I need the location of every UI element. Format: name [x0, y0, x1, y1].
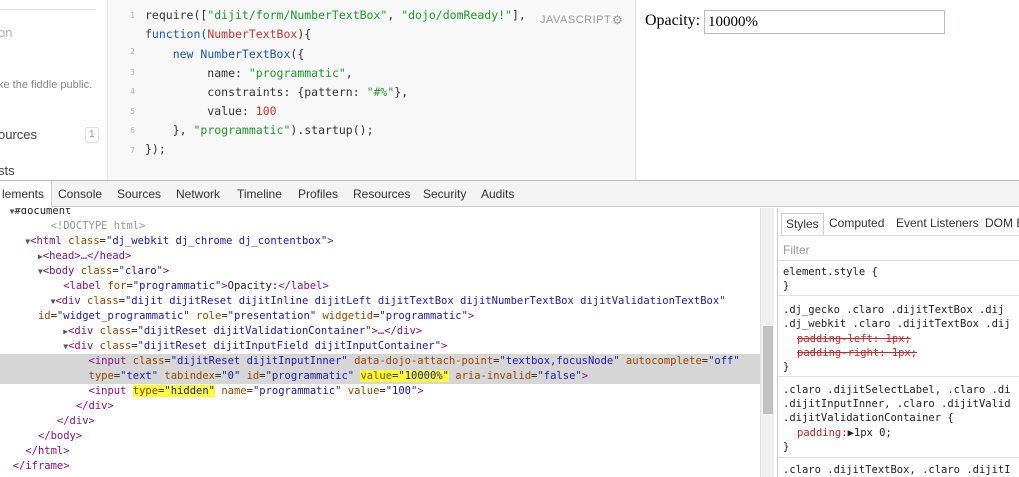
language-label: JAVASCRIPT [536, 14, 612, 26]
opacity-number-input[interactable]: 10000% [704, 10, 945, 34]
sidebar-item-resources[interactable]: ources [0, 127, 37, 142]
dom-node-widget-div-cont[interactable]: id="widget_programmatic" role="presentat… [0, 309, 760, 324]
gear-icon[interactable]: ⚙ [612, 13, 623, 27]
dom-tree-scrollbar[interactable] [760, 208, 774, 477]
dom-node-close[interactable]: </body> [0, 429, 760, 444]
dom-tree[interactable]: ▼#document <!DOCTYPE html> ▼<html class=… [0, 208, 776, 477]
tab-elements[interactable]: lements [0, 181, 52, 207]
result-pane: Opacity: 10000% [637, 0, 1019, 180]
tab-security[interactable]: Security [423, 181, 466, 207]
tab-network[interactable]: Network [176, 181, 220, 207]
css-selector: .claro .dijitSelectLabel, .claro .di [783, 384, 1011, 396]
line-number: 7 [130, 146, 135, 155]
dom-node-widget-div[interactable]: ▼<div class="dijit dijitReset dijitInlin… [0, 294, 760, 309]
code-line: }); [145, 142, 166, 156]
code-line: constraints: {pattern: "#%"}, [145, 85, 409, 99]
sidebar-public-note: ke the fiddle public. [0, 79, 93, 91]
css-selector: element.style { [783, 266, 878, 278]
css-selector: .dj_webkit .claro .dijitTextBox .dij [783, 318, 1011, 330]
code-line: name: "programmatic", [145, 66, 353, 80]
dom-node-doctype[interactable]: <!DOCTYPE html> [0, 219, 760, 234]
css-property[interactable]: padding:▶1px 0; [797, 426, 892, 440]
rule-divider [778, 457, 1019, 458]
dom-node-html[interactable]: ▼<html class="dj_webkit dj_chrome dj_con… [0, 234, 760, 249]
devtools-tab-bar: lements Console Sources Network Timeline… [0, 181, 1019, 207]
dom-node-head[interactable]: ▶<head>…</head> [0, 249, 760, 264]
css-selector: .claro .dijitTextBox, .claro .dijitI [783, 464, 1011, 476]
dom-node-input-field-div[interactable]: ▼<div class="dijitReset dijitInputField … [0, 339, 760, 354]
sidebar-divider [0, 0, 96, 10]
dom-node-close[interactable]: </div> [0, 414, 760, 429]
dom-node-close[interactable]: </div> [0, 399, 760, 414]
line-number: 4 [130, 87, 135, 96]
fiddle-sidebar: on ke the fiddle public. ources 1 sts [0, 0, 108, 180]
tab-profiles[interactable]: Profiles [298, 181, 338, 207]
css-property-overridden[interactable]: padding-left: 1px; [797, 332, 911, 346]
dom-node-close[interactable]: </html> [0, 444, 760, 459]
scrollbar-thumb[interactable] [763, 326, 773, 414]
tab-audits[interactable]: Audits [481, 181, 514, 207]
devtools-panel: lements Console Sources Network Timeline… [0, 180, 1019, 477]
dom-node-close[interactable]: </iframe> [0, 459, 760, 474]
line-number-gutter: 1 2 3 4 5 6 7 [109, 0, 139, 180]
line-number: 2 [130, 47, 135, 56]
dom-node-input-selected[interactable]: <input class="dijitReset dijitInputInner… [0, 354, 760, 369]
type-hidden-highlight: type="hidden" [132, 385, 215, 397]
css-selector: .dj_gecko .claro .dijitTextBox .dij [783, 304, 1005, 316]
code-line: new NumberTextBox({ [145, 47, 305, 61]
dom-node-label[interactable]: <label for="programmatic">Opacity:</labe… [0, 279, 760, 294]
code-line: function(NumberTextBox){ [145, 27, 312, 41]
rule-divider [778, 295, 1019, 296]
tab-dom-breakpoints[interactable]: DOM B [981, 213, 1019, 235]
javascript-editor[interactable]: 1 2 3 4 5 6 7 require(["dijit/form/Numbe… [109, 0, 636, 180]
line-number: 3 [130, 68, 135, 77]
code-line: }, "programmatic").startup(); [145, 123, 374, 137]
line-number: 5 [130, 107, 135, 116]
styles-pane: Styles Computed Event Listeners DOM B Fi… [777, 208, 1019, 477]
tab-styles[interactable]: Styles [781, 213, 824, 235]
css-selector: .dijitValidationContainer { [783, 412, 954, 424]
sidebar-item-tests[interactable]: sts [0, 163, 15, 178]
dom-node-validation-div[interactable]: ▶<div class="dijitReset dijitValidationC… [0, 324, 760, 339]
opacity-label: Opacity: [645, 12, 701, 29]
css-brace: } [783, 361, 790, 373]
dom-node-body[interactable]: ▼<body class="claro"> [0, 264, 760, 279]
code-area[interactable]: require(["dijit/form/NumberTextBox", "do… [145, 0, 625, 180]
line-number: 6 [130, 126, 135, 135]
dom-node-document[interactable]: ▼#document [0, 208, 760, 219]
sidebar-settings-label[interactable]: on [0, 25, 12, 40]
rule-divider [778, 376, 1019, 377]
tab-sources[interactable]: Sources [117, 181, 161, 207]
css-property-overridden[interactable]: padding-right: 1px; [797, 346, 917, 360]
tab-resources[interactable]: Resources [353, 181, 410, 207]
css-selector: .dijitInputInner, .claro .dijitValid [783, 398, 1011, 410]
line-number: 1 [130, 11, 135, 20]
tab-console[interactable]: Console [58, 181, 102, 207]
dom-node-input-selected-cont[interactable]: type="text" tabindex="0" id="programmati… [0, 369, 760, 384]
tab-timeline[interactable]: Timeline [237, 181, 282, 207]
code-line: require(["dijit/form/NumberTextBox", "do… [145, 8, 526, 22]
tab-computed[interactable]: Computed [825, 213, 888, 235]
tab-event-listeners[interactable]: Event Listeners [892, 213, 983, 235]
resources-count-badge: 1 [85, 127, 99, 143]
code-line: value: 100 [145, 104, 277, 118]
css-brace: } [783, 441, 790, 453]
styles-tab-bar: Styles Computed Event Listeners DOM B [778, 208, 1019, 236]
expand-triangle-icon[interactable]: ▼ [0, 208, 15, 216]
value-highlight: value="10000%" [360, 370, 449, 382]
styles-filter-input[interactable]: Filter [778, 237, 1019, 261]
css-brace: } [783, 280, 790, 292]
dom-node-hidden-input[interactable]: <input type="hidden" name="programmatic"… [0, 384, 760, 399]
